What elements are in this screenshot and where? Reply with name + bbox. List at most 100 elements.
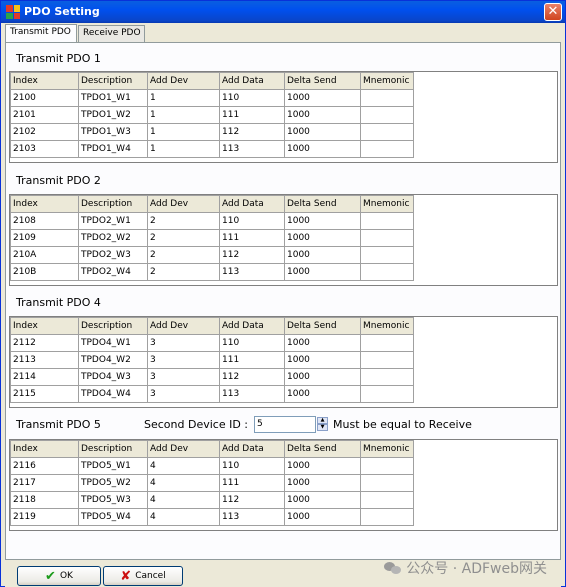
table-cell[interactable]: 1000 bbox=[284, 474, 361, 492]
table-cell[interactable]: 2 bbox=[147, 263, 220, 281]
table-cell[interactable]: TPDO4_W1 bbox=[78, 334, 148, 352]
table-cell[interactable]: 113 bbox=[219, 508, 285, 526]
table-cell[interactable]: TPDO2_W4 bbox=[78, 263, 148, 281]
table-cell[interactable]: 2119 bbox=[10, 508, 79, 526]
table-cell[interactable] bbox=[360, 474, 414, 492]
table-cell[interactable]: TPDO4_W2 bbox=[78, 351, 148, 369]
table-cell[interactable]: 1000 bbox=[284, 368, 361, 386]
table-cell[interactable]: 2 bbox=[147, 212, 220, 230]
column-header[interactable]: Add Data bbox=[219, 317, 285, 335]
spin-up-icon[interactable]: ▲ bbox=[317, 417, 328, 424]
column-header[interactable]: Add Data bbox=[219, 72, 285, 90]
table-cell[interactable]: 2108 bbox=[10, 212, 79, 230]
table-cell[interactable] bbox=[360, 89, 414, 107]
table-cell[interactable] bbox=[360, 246, 414, 264]
column-header[interactable]: Delta Send bbox=[284, 317, 361, 335]
table-cell[interactable]: 1000 bbox=[284, 246, 361, 264]
table-cell[interactable] bbox=[360, 263, 414, 281]
table-cell[interactable]: 2109 bbox=[10, 229, 79, 247]
column-header[interactable]: Add Data bbox=[219, 195, 285, 213]
ok-button[interactable]: ✔ OK bbox=[17, 566, 101, 586]
table-row[interactable]: 210A TPDO2_W3 2 112 1000 bbox=[10, 246, 414, 264]
table-cell[interactable]: 2100 bbox=[10, 89, 79, 107]
table-cell[interactable]: 2116 bbox=[10, 457, 79, 475]
table-cell[interactable]: 1000 bbox=[284, 457, 361, 475]
table-cell[interactable]: 2117 bbox=[10, 474, 79, 492]
table-row[interactable]: 2114 TPDO4_W3 3 112 1000 bbox=[10, 368, 414, 386]
table-cell[interactable]: 210B bbox=[10, 263, 79, 281]
table-cell[interactable]: TPDO1_W4 bbox=[78, 140, 148, 158]
column-header[interactable]: Index bbox=[10, 195, 79, 213]
column-header[interactable]: Add Dev bbox=[147, 72, 220, 90]
column-header[interactable]: Index bbox=[10, 440, 79, 458]
table-cell[interactable]: 3 bbox=[147, 368, 220, 386]
table-cell[interactable]: 1000 bbox=[284, 491, 361, 509]
column-header[interactable]: Delta Send bbox=[284, 440, 361, 458]
table-row[interactable]: 2117 TPDO5_W2 4 111 1000 bbox=[10, 474, 414, 492]
table-cell[interactable]: 1 bbox=[147, 106, 220, 124]
table-cell[interactable]: 113 bbox=[219, 385, 285, 403]
table-row[interactable]: 2100 TPDO1_W1 1 110 1000 bbox=[10, 89, 414, 107]
table-cell[interactable]: TPDO2_W1 bbox=[78, 212, 148, 230]
column-header[interactable]: Add Dev bbox=[147, 195, 220, 213]
table-cell[interactable]: 1 bbox=[147, 89, 220, 107]
table-cell[interactable]: 1000 bbox=[284, 140, 361, 158]
table-cell[interactable]: TPDO4_W3 bbox=[78, 368, 148, 386]
table-cell[interactable] bbox=[360, 106, 414, 124]
table-cell[interactable]: 3 bbox=[147, 351, 220, 369]
table-cell[interactable]: 3 bbox=[147, 334, 220, 352]
table-cell[interactable]: 1000 bbox=[284, 334, 361, 352]
table-cell[interactable]: 1000 bbox=[284, 212, 361, 230]
table-row[interactable]: 2118 TPDO5_W3 4 112 1000 bbox=[10, 491, 414, 509]
column-header[interactable]: Description bbox=[78, 72, 148, 90]
table-cell[interactable]: 1000 bbox=[284, 351, 361, 369]
table-cell[interactable]: 1000 bbox=[284, 508, 361, 526]
table-cell[interactable]: TPDO1_W2 bbox=[78, 106, 148, 124]
table-row[interactable]: 2112 TPDO4_W1 3 110 1000 bbox=[10, 334, 414, 352]
tab-receive-pdo[interactable]: Receive PDO bbox=[78, 25, 145, 42]
table-cell[interactable]: 1000 bbox=[284, 106, 361, 124]
table-cell[interactable] bbox=[360, 491, 414, 509]
column-header[interactable]: Delta Send bbox=[284, 195, 361, 213]
tab-transmit-pdo[interactable]: Transmit PDO bbox=[5, 24, 77, 42]
table-cell[interactable]: 2101 bbox=[10, 106, 79, 124]
second-device-id-stepper[interactable]: ▲ ▼ bbox=[317, 417, 328, 432]
column-header[interactable]: Description bbox=[78, 317, 148, 335]
table-cell[interactable]: 112 bbox=[219, 368, 285, 386]
table-cell[interactable] bbox=[360, 368, 414, 386]
table-cell[interactable]: 1 bbox=[147, 123, 220, 141]
table-cell[interactable]: 1000 bbox=[284, 263, 361, 281]
table-cell[interactable]: 110 bbox=[219, 89, 285, 107]
cancel-button[interactable]: ✘ Cancel bbox=[103, 566, 183, 586]
table-cell[interactable]: TPDO5_W4 bbox=[78, 508, 148, 526]
table-cell[interactable]: TPDO2_W3 bbox=[78, 246, 148, 264]
column-header[interactable]: Mnemonic bbox=[360, 72, 414, 90]
column-header[interactable]: Index bbox=[10, 72, 79, 90]
table-row[interactable]: 2109 TPDO2_W2 2 111 1000 bbox=[10, 229, 414, 247]
table-cell[interactable]: 1 bbox=[147, 140, 220, 158]
table-cell[interactable]: 1000 bbox=[284, 89, 361, 107]
table-cell[interactable]: 1000 bbox=[284, 385, 361, 403]
table-row[interactable]: 2108 TPDO2_W1 2 110 1000 bbox=[10, 212, 414, 230]
table-cell[interactable] bbox=[360, 212, 414, 230]
second-device-id-input[interactable]: 5 bbox=[254, 416, 316, 433]
table-cell[interactable]: 111 bbox=[219, 229, 285, 247]
table-cell[interactable]: 210A bbox=[10, 246, 79, 264]
table-cell[interactable]: 111 bbox=[219, 351, 285, 369]
table-cell[interactable] bbox=[360, 457, 414, 475]
close-button[interactable]: ✕ bbox=[544, 3, 562, 21]
table-cell[interactable]: 2112 bbox=[10, 334, 79, 352]
column-header[interactable]: Index bbox=[10, 317, 79, 335]
table-row[interactable]: 2119 TPDO5_W4 4 113 1000 bbox=[10, 508, 414, 526]
table-cell[interactable]: 3 bbox=[147, 385, 220, 403]
table-cell[interactable]: 2102 bbox=[10, 123, 79, 141]
column-header[interactable]: Description bbox=[78, 440, 148, 458]
table-cell[interactable]: 4 bbox=[147, 491, 220, 509]
table-row[interactable]: 2102 TPDO1_W3 1 112 1000 bbox=[10, 123, 414, 141]
table-cell[interactable]: 111 bbox=[219, 106, 285, 124]
table-cell[interactable]: 111 bbox=[219, 474, 285, 492]
table-cell[interactable]: 2118 bbox=[10, 491, 79, 509]
table-cell[interactable]: TPDO5_W2 bbox=[78, 474, 148, 492]
table-row[interactable]: 2113 TPDO4_W2 3 111 1000 bbox=[10, 351, 414, 369]
spin-down-icon[interactable]: ▼ bbox=[317, 424, 328, 431]
